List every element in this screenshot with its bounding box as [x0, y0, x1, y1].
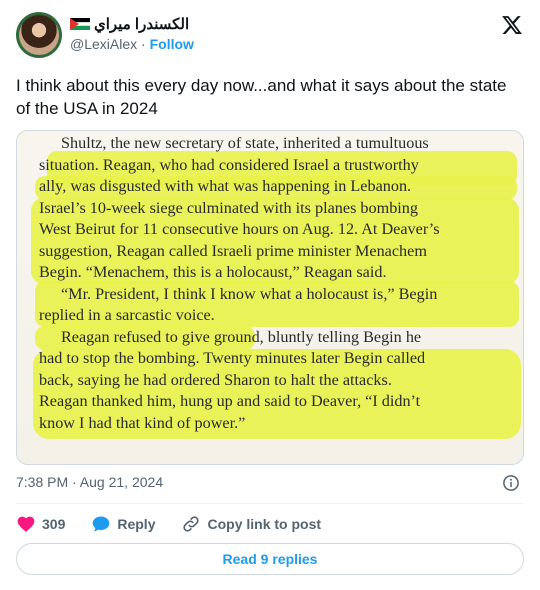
avatar-image — [19, 15, 59, 55]
book-line: ally, was disgusted with what was happen… — [39, 177, 412, 195]
reply-label: Reply — [117, 516, 156, 532]
book-line: suggestion, Reagan called Israeli prime … — [39, 241, 427, 260]
reply-button[interactable]: Reply — [91, 514, 155, 534]
info-icon[interactable] — [502, 474, 520, 492]
copy-link-button[interactable]: Copy link to post — [181, 514, 321, 534]
heart-icon — [17, 516, 35, 532]
like-count: 309 — [42, 516, 66, 532]
book-line: Reagan refused to give ground, bluntly t… — [61, 327, 422, 346]
book-line: Israel’s 10-week siege culminated with i… — [39, 198, 418, 217]
book-line: “Mr. President, I think I know what a ho… — [61, 284, 438, 303]
tweet-timestamp[interactable]: 7:38 PM · Aug 21, 2024 — [16, 474, 163, 490]
author-handle-row: @LexiAlex · Follow — [70, 36, 194, 52]
copy-link-label: Copy link to post — [207, 516, 322, 532]
action-bar: 309 Reply Copy link to post — [16, 512, 347, 536]
book-line: had to stop the bombing. Twenty minutes … — [39, 349, 426, 367]
author-handle[interactable]: @LexiAlex — [70, 36, 137, 52]
book-text: Shultz, the new secretary of state, inhe… — [39, 133, 509, 434]
tweet-image[interactable]: Shultz, the new secretary of state, inhe… — [16, 130, 524, 465]
book-line: know I had that kind of power.” — [39, 413, 246, 432]
separator-dot: · — [141, 36, 146, 52]
speech-bubble-icon — [93, 516, 110, 532]
x-logo-icon[interactable] — [501, 14, 523, 36]
divider — [16, 503, 524, 504]
like-button[interactable]: 309 — [16, 514, 65, 534]
book-line: Shultz, the new secretary of state, inhe… — [61, 134, 429, 152]
book-line: Reagan thanked him, hung up and said to … — [39, 392, 421, 410]
book-line: Begin. “Menachem, this is a holocaust,” … — [39, 263, 387, 281]
author-name-row[interactable]: الكسندرا ميراي — [70, 15, 189, 33]
book-line: situation. Reagan, who had considered Is… — [39, 155, 419, 174]
tweet-text: I think about this every day now...and w… — [16, 76, 507, 118]
avatar[interactable] — [16, 12, 62, 58]
link-icon — [183, 516, 200, 532]
book-page-photo: Shultz, the new secretary of state, inhe… — [17, 131, 523, 464]
book-line: West Beirut for 11 consecutive hours on … — [39, 220, 440, 238]
follow-button[interactable]: Follow — [150, 36, 194, 52]
read-replies-button[interactable]: Read 9 replies — [16, 543, 524, 575]
tweet-card: الكسندرا ميراي @LexiAlex · Follow I thin… — [0, 0, 540, 590]
palestine-flag-icon — [70, 17, 90, 31]
author-display-name[interactable]: الكسندرا ميراي — [94, 15, 189, 33]
book-line: replied in a sarcastic voice. — [39, 306, 215, 324]
book-line: back, saying he had ordered Sharon to ha… — [39, 370, 392, 389]
